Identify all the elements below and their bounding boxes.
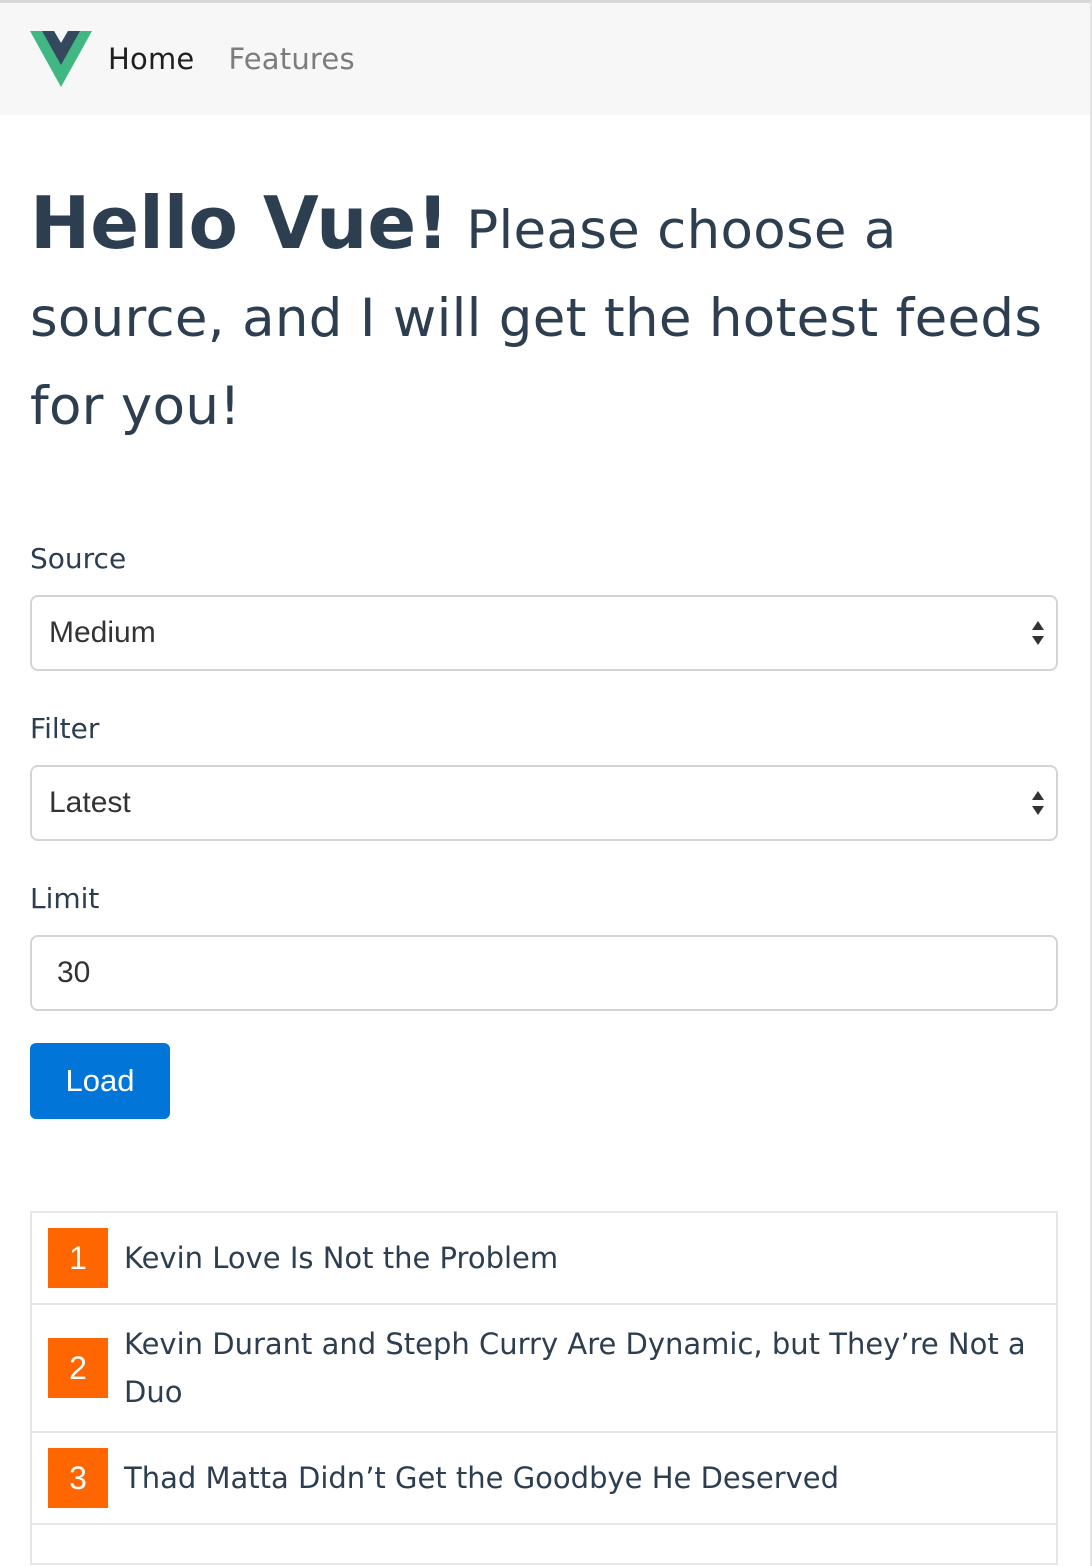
rank-badge: 1 bbox=[48, 1228, 108, 1288]
load-button[interactable]: Load bbox=[30, 1043, 170, 1119]
filter-label: Filter bbox=[30, 712, 100, 745]
app-window: Home Features Hello Vue! Please choose a… bbox=[0, 0, 1092, 1566]
feed-title-link[interactable]: Kevin Durant and Steph Curry Are Dynamic… bbox=[124, 1320, 1040, 1416]
nav-home-link[interactable]: Home bbox=[108, 42, 194, 76]
select-arrows-icon bbox=[1032, 791, 1044, 815]
feed-item[interactable]: 2 Kevin Durant and Steph Curry Are Dynam… bbox=[30, 1305, 1058, 1433]
source-selected-value: Medium bbox=[49, 616, 156, 649]
feed-list: 1 Kevin Love Is Not the Problem 2 Kevin … bbox=[30, 1211, 1058, 1565]
source-label: Source bbox=[30, 542, 127, 575]
limit-input[interactable] bbox=[49, 956, 957, 990]
source-group: Source Medium bbox=[30, 541, 1058, 671]
navbar: Home Features bbox=[0, 3, 1090, 115]
select-arrows-icon bbox=[1032, 621, 1044, 645]
limit-group: Limit bbox=[30, 881, 1058, 1011]
filter-group: Filter Latest bbox=[30, 711, 1058, 841]
source-select[interactable]: Medium bbox=[30, 595, 1058, 671]
feed-item-partial bbox=[30, 1525, 1058, 1565]
limit-label: Limit bbox=[30, 882, 100, 915]
page-title: Hello Vue! Please choose a source, and I… bbox=[30, 179, 1056, 451]
filter-select[interactable]: Latest bbox=[30, 765, 1058, 841]
main-content: Hello Vue! Please choose a source, and I… bbox=[0, 179, 1090, 1565]
vue-logo-icon[interactable] bbox=[30, 31, 92, 87]
page-title-hello: Hello Vue! bbox=[30, 181, 450, 265]
feed-item[interactable]: 1 Kevin Love Is Not the Problem bbox=[30, 1213, 1058, 1305]
rank-badge: 2 bbox=[48, 1338, 108, 1398]
nav-features-link[interactable]: Features bbox=[228, 42, 354, 76]
feed-item[interactable]: 3 Thad Matta Didn’t Get the Goodbye He D… bbox=[30, 1433, 1058, 1525]
feed-title-link[interactable]: Kevin Love Is Not the Problem bbox=[124, 1234, 558, 1282]
rank-badge: 3 bbox=[48, 1448, 108, 1508]
limit-field-wrapper bbox=[30, 935, 1058, 1011]
feed-title-link[interactable]: Thad Matta Didn’t Get the Goodbye He Des… bbox=[124, 1454, 839, 1502]
filter-selected-value: Latest bbox=[49, 786, 131, 819]
